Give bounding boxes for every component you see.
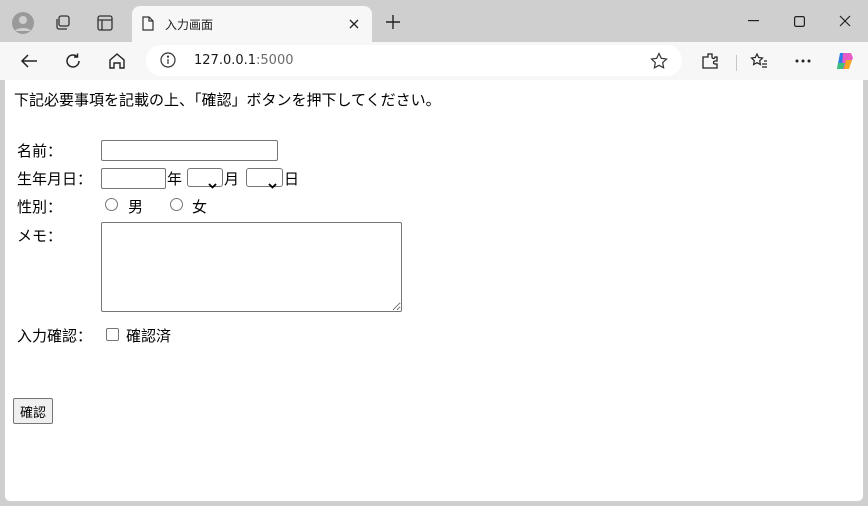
confirmed-checkbox[interactable] bbox=[106, 328, 119, 341]
new-tab-icon[interactable] bbox=[382, 11, 404, 33]
maximize-icon[interactable] bbox=[776, 6, 822, 36]
input-form-page: 下記必要事項を記載の上、「確認」ボタンを押下してください。 名前： 生年月日： … bbox=[5, 80, 863, 501]
month-unit: 月 bbox=[224, 170, 240, 188]
site-info-icon[interactable] bbox=[160, 52, 176, 72]
close-tab-icon[interactable] bbox=[345, 15, 363, 33]
year-unit: 年 bbox=[167, 170, 183, 188]
tab-strip: 入力画面 bbox=[0, 0, 868, 42]
refresh-icon[interactable] bbox=[58, 47, 88, 75]
toolbar-separator bbox=[736, 55, 737, 71]
minimize-icon[interactable] bbox=[730, 6, 776, 36]
birth-year-input[interactable] bbox=[101, 168, 166, 189]
birthdate-label: 生年月日： bbox=[17, 170, 93, 188]
favorite-star-icon[interactable] bbox=[650, 52, 668, 74]
extensions-icon[interactable] bbox=[695, 47, 725, 75]
close-window-icon[interactable] bbox=[822, 6, 868, 36]
confirm-button[interactable]: 確認 bbox=[13, 398, 54, 424]
more-options-icon[interactable] bbox=[788, 47, 818, 75]
name-label: 名前： bbox=[17, 142, 63, 160]
copilot-icon[interactable] bbox=[830, 47, 860, 75]
chevron-down-icon bbox=[268, 175, 277, 193]
active-tab[interactable]: 入力画面 bbox=[132, 6, 372, 42]
workspaces-icon[interactable] bbox=[49, 9, 77, 37]
address-bar[interactable]: 127.0.0.1:5000 bbox=[146, 45, 682, 76]
birth-day-select[interactable] bbox=[246, 168, 283, 189]
profile-avatar-icon[interactable] bbox=[9, 9, 37, 37]
tab-title: 入力画面 bbox=[165, 18, 214, 32]
gender-male-label: 男 bbox=[128, 198, 144, 216]
name-input[interactable] bbox=[101, 140, 278, 161]
tab-actions-icon[interactable] bbox=[91, 9, 119, 37]
gender-female-label: 女 bbox=[192, 198, 208, 216]
chevron-down-icon bbox=[208, 175, 217, 193]
birth-month-select[interactable] bbox=[187, 168, 223, 189]
memo-label: メモ： bbox=[17, 227, 63, 245]
day-unit: 日 bbox=[284, 170, 300, 188]
page-viewport: 下記必要事項を記載の上、「確認」ボタンを押下してください。 名前： 生年月日： … bbox=[4, 80, 864, 502]
back-icon[interactable] bbox=[14, 47, 44, 75]
browser-toolbar: 127.0.0.1:5000 bbox=[0, 42, 868, 80]
page-icon bbox=[142, 16, 154, 35]
favorites-icon[interactable] bbox=[744, 47, 774, 75]
gender-label: 性別： bbox=[17, 198, 63, 216]
url-port: :5000 bbox=[256, 53, 294, 68]
confirm-input-label: 入力確認： bbox=[17, 327, 93, 345]
confirmed-checkbox-label: 確認済 bbox=[126, 327, 172, 345]
gender-female-radio[interactable] bbox=[170, 198, 183, 211]
home-icon[interactable] bbox=[102, 47, 132, 75]
instruction-text: 下記必要事項を記載の上、「確認」ボタンを押下してください。 bbox=[14, 91, 441, 109]
gender-male-radio[interactable] bbox=[105, 198, 118, 211]
url-host: 127.0.0.1 bbox=[194, 53, 257, 68]
url-text: 127.0.0.1:5000 bbox=[194, 53, 294, 68]
memo-textarea[interactable] bbox=[101, 222, 402, 312]
